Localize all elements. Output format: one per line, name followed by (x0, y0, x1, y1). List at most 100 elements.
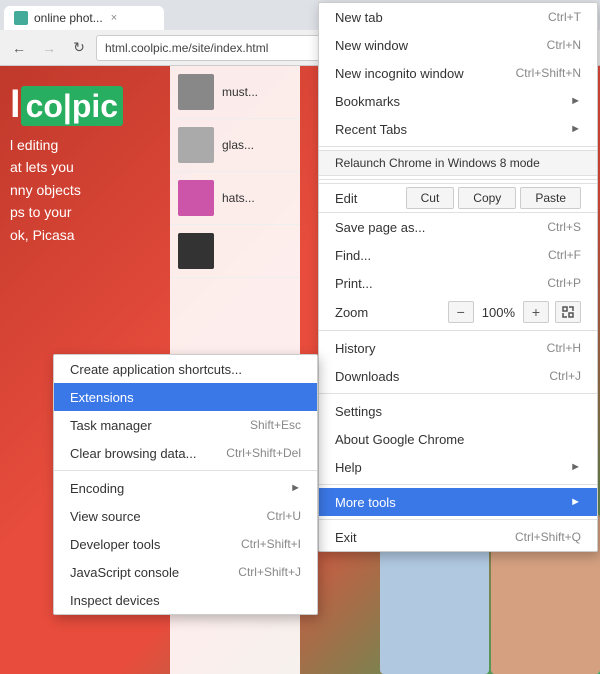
menu-item-relaunch[interactable]: Relaunch Chrome in Windows 8 mode (319, 150, 597, 176)
sub-menu-item-extensions[interactable]: Extensions (54, 383, 317, 411)
menu-label-print: Print... (335, 276, 373, 291)
shortcut-incognito: Ctrl+Shift+N (516, 66, 581, 80)
zoom-in-button[interactable]: + (523, 301, 549, 323)
window-chrome: online phot... × — □ ✕ ← → ↻ html.coolpi… (0, 0, 600, 674)
arrow-bookmarks: ► (570, 95, 581, 107)
menu-label-bookmarks: Bookmarks (335, 94, 400, 109)
menu-item-downloads[interactable]: Downloads Ctrl+J (319, 362, 597, 390)
menu-label-exit: Exit (335, 530, 357, 545)
sub-label-inspect-devices: Inspect devices (70, 593, 160, 608)
copy-button[interactable]: Copy (458, 187, 516, 209)
sidebar-item-moustache[interactable]: must... (170, 66, 300, 119)
sub-menu-item-create-app[interactable]: Create application shortcuts... (54, 355, 317, 383)
shortcut-task-manager: Shift+Esc (250, 418, 301, 432)
sub-label-js-console: JavaScript console (70, 565, 179, 580)
menu-item-exit[interactable]: Exit Ctrl+Shift+Q (319, 523, 597, 551)
menu-divider-4 (319, 393, 597, 394)
edit-bar: Edit Cut Copy Paste (319, 183, 597, 213)
zoom-row: Zoom − 100% + (319, 297, 597, 327)
menu-label-about-chrome: About Google Chrome (335, 432, 464, 447)
sub-label-encoding: Encoding (70, 481, 124, 496)
sidebar-item-hats[interactable]: hats... (170, 172, 300, 225)
sidebar-label-moustache: must... (222, 85, 258, 99)
sidebar-label-hats: hats... (222, 191, 255, 205)
menu-label-new-window: New window (335, 38, 408, 53)
zoom-label: Zoom (335, 305, 368, 320)
tab-close-button[interactable]: × (111, 12, 117, 24)
sidebar-thumb-pirate (178, 233, 214, 269)
sidebar-item-pirate[interactable] (170, 225, 300, 278)
forward-button[interactable]: → (36, 35, 62, 61)
chrome-menu: New tab Ctrl+T New window Ctrl+N New inc… (318, 2, 598, 552)
more-tools-submenu: Create application shortcuts... Extensio… (53, 354, 318, 615)
paste-button[interactable]: Paste (520, 187, 581, 209)
sub-divider-1 (54, 470, 317, 471)
sidebar-thumb-glasses (178, 127, 214, 163)
menu-divider-3 (319, 330, 597, 331)
menu-label-new-tab: New tab (335, 10, 383, 25)
sub-menu-item-view-source[interactable]: View source Ctrl+U (54, 502, 317, 530)
shortcut-print: Ctrl+P (547, 276, 581, 290)
menu-item-history[interactable]: History Ctrl+H (319, 334, 597, 362)
menu-item-save-page[interactable]: Save page as... Ctrl+S (319, 213, 597, 241)
brand-cool: co|pic (21, 86, 124, 126)
sub-menu-item-dev-tools[interactable]: Developer tools Ctrl+Shift+I (54, 530, 317, 558)
sidebar-thumb-hat (178, 180, 214, 216)
sub-menu-item-encoding[interactable]: Encoding ► (54, 474, 317, 502)
arrow-help: ► (570, 461, 581, 473)
brand-prefix: l (10, 84, 21, 126)
tab-label: online phot... (34, 11, 103, 25)
arrow-more-tools: ► (570, 496, 581, 508)
sub-label-clear-browsing: Clear browsing data... (70, 446, 196, 461)
back-button[interactable]: ← (6, 35, 32, 61)
sub-menu-item-inspect-devices[interactable]: Inspect devices (54, 586, 317, 614)
menu-item-recent-tabs[interactable]: Recent Tabs ► (319, 115, 597, 143)
menu-item-new-incognito[interactable]: New incognito window Ctrl+Shift+N (319, 59, 597, 87)
menu-item-bookmarks[interactable]: Bookmarks ► (319, 87, 597, 115)
zoom-value: 100% (474, 305, 523, 320)
relaunch-label: Relaunch Chrome in Windows 8 mode (335, 156, 540, 170)
menu-label-find: Find... (335, 248, 371, 263)
menu-divider-6 (319, 519, 597, 520)
menu-divider-2 (319, 179, 597, 180)
sidebar-label-glasses: glas... (222, 138, 254, 152)
sidebar-thumb-moustache (178, 74, 214, 110)
arrow-encoding: ► (290, 482, 301, 494)
menu-item-new-window[interactable]: New window Ctrl+N (319, 31, 597, 59)
menu-label-save-page: Save page as... (335, 220, 425, 235)
edit-label: Edit (335, 191, 357, 206)
sub-label-task-manager: Task manager (70, 418, 152, 433)
cut-button[interactable]: Cut (406, 187, 455, 209)
menu-label-recent-tabs: Recent Tabs (335, 122, 407, 137)
shortcut-history: Ctrl+H (547, 341, 581, 355)
sidebar-item-glasses[interactable]: glas... (170, 119, 300, 172)
menu-item-settings[interactable]: Settings (319, 397, 597, 425)
sub-menu-item-js-console[interactable]: JavaScript console Ctrl+Shift+J (54, 558, 317, 586)
tab-bar: online phot... × (4, 0, 164, 30)
tab-favicon (14, 11, 28, 25)
menu-item-find[interactable]: Find... Ctrl+F (319, 241, 597, 269)
menu-item-about-chrome[interactable]: About Google Chrome (319, 425, 597, 453)
zoom-out-button[interactable]: − (448, 301, 474, 323)
sub-menu-item-task-manager[interactable]: Task manager Shift+Esc (54, 411, 317, 439)
shortcut-js-console: Ctrl+Shift+J (238, 565, 301, 579)
menu-item-more-tools[interactable]: More tools ► (319, 488, 597, 516)
shortcut-exit: Ctrl+Shift+Q (515, 530, 581, 544)
brand-area: lco|pic l editing at lets you nny object… (10, 86, 123, 246)
shortcut-dev-tools: Ctrl+Shift+I (241, 537, 301, 551)
shortcut-new-window: Ctrl+N (547, 38, 581, 52)
fullscreen-button[interactable] (555, 301, 581, 323)
arrow-recent-tabs: ► (570, 123, 581, 135)
menu-item-print[interactable]: Print... Ctrl+P (319, 269, 597, 297)
shortcut-save-page: Ctrl+S (547, 220, 581, 234)
menu-item-new-tab[interactable]: New tab Ctrl+T (319, 3, 597, 31)
active-tab[interactable]: online phot... × (4, 6, 164, 30)
address-text: html.coolpic.me/site/index.html (105, 41, 268, 55)
menu-label-help: Help (335, 460, 362, 475)
menu-label-history: History (335, 341, 375, 356)
shortcut-new-tab: Ctrl+T (548, 10, 581, 24)
sub-menu-item-clear-browsing[interactable]: Clear browsing data... Ctrl+Shift+Del (54, 439, 317, 467)
menu-label-settings: Settings (335, 404, 382, 419)
reload-button[interactable]: ↻ (66, 35, 92, 61)
menu-item-help[interactable]: Help ► (319, 453, 597, 481)
